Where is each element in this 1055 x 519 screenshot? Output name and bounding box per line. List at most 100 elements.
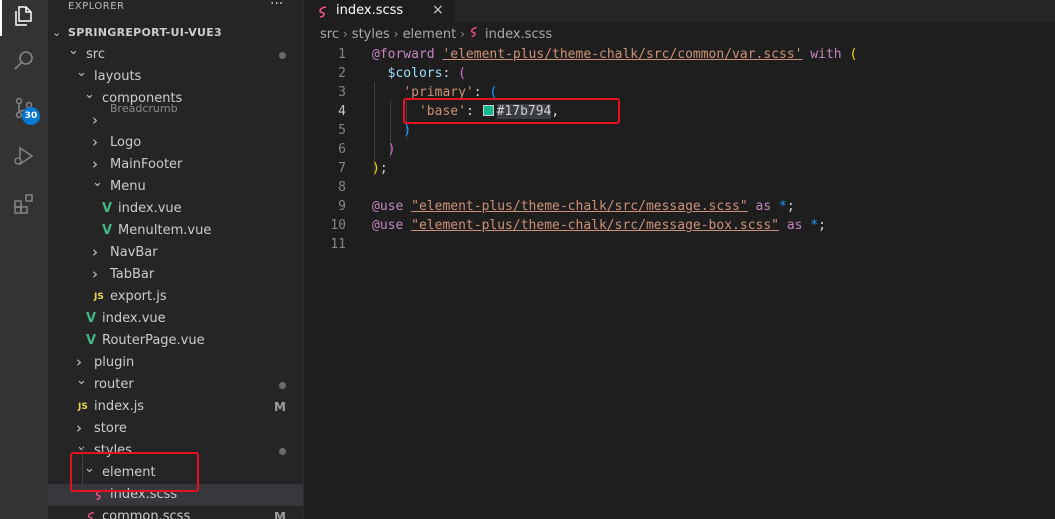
tree-item-label: export.js	[110, 289, 167, 304]
tree-file[interactable]: Vindex.vue	[48, 308, 303, 330]
tree-item-label: Logo	[110, 135, 142, 150]
js-file-icon: JS	[94, 292, 104, 302]
code-token: @use	[372, 199, 404, 214]
search-icon[interactable]	[12, 48, 36, 72]
breadcrumb-styles[interactable]: styles	[352, 25, 390, 45]
annotation-highlight-base-color	[403, 98, 620, 124]
tree-item-label: plugin	[94, 355, 135, 370]
code-token: ;	[786, 199, 795, 214]
chevron-down-icon: ⌄	[84, 87, 95, 102]
tree-item-label: Breadcrumb	[110, 102, 178, 115]
editor-tab-bar: index.scss ×	[304, 0, 1055, 23]
tree-item-label: RouterPage.vue	[102, 333, 205, 348]
tree-folder[interactable]: › TabBar	[48, 264, 303, 286]
code-text: $colors: (	[372, 64, 466, 83]
chevron-down-icon: ⌄	[68, 43, 79, 58]
code-token: as	[747, 199, 779, 214]
source-control-badge: 30	[22, 107, 40, 125]
line-number: 8	[338, 180, 346, 195]
tree-item-label: router	[94, 377, 134, 392]
code-token: :	[442, 66, 459, 81]
code-line[interactable]: 10 @use "element-plus/theme-chalk/src/mes…	[304, 216, 1055, 235]
code-token: $colors	[387, 66, 443, 81]
tree-folder[interactable]: ⌄ Menu	[48, 175, 303, 198]
tree-item-label: TabBar	[110, 267, 155, 282]
chevron-down-icon: ⌄	[52, 26, 62, 39]
chevron-right-icon: ›	[92, 265, 98, 283]
code-token: with	[802, 47, 850, 62]
tree-folder[interactable]: › MainFooter	[48, 154, 303, 176]
extensions-icon[interactable]	[12, 192, 36, 216]
code-text: );	[372, 159, 388, 178]
line-number: 9	[338, 199, 346, 214]
code-token: *	[810, 218, 819, 233]
code-text: @use "element-plus/theme-chalk/src/messa…	[372, 197, 795, 216]
close-icon[interactable]: ×	[432, 2, 444, 18]
chevron-down-icon: ⌄	[92, 175, 103, 190]
code-token: ;	[379, 161, 388, 176]
scss-file-icon	[86, 506, 98, 519]
tree-item-label: index.js	[94, 399, 145, 414]
chevron-right-icon: ›	[92, 111, 98, 129]
breadcrumb-src[interactable]: src	[320, 25, 339, 45]
breadcrumb-element[interactable]: element	[403, 25, 457, 45]
code-line[interactable]: 1 @forward 'element-plus/theme-chalk/src/…	[304, 45, 1055, 64]
annotation-highlight-element-folder	[70, 452, 199, 492]
line-number: 11	[330, 237, 346, 252]
vue-file-icon: V	[102, 201, 113, 216]
code-token: *	[779, 199, 787, 214]
scss-file-icon	[469, 25, 481, 45]
line-number: 1	[338, 47, 346, 62]
git-status-badge: M	[274, 510, 286, 519]
workspace-header[interactable]: ⌄ SPRINGREPORT-UI-VUE3	[48, 22, 303, 44]
workspace-name: SPRINGREPORT-UI-VUE3	[68, 26, 223, 39]
code-line[interactable]: 2 $colors: (	[304, 64, 1055, 83]
line-number: 10	[330, 218, 346, 233]
tree-file[interactable]: common.scss M	[48, 506, 303, 519]
tree-file[interactable]: Vindex.vue	[48, 198, 303, 220]
explorer-icon[interactable]	[0, 0, 36, 36]
tree-item-label: NavBar	[110, 245, 158, 260]
line-number: 2	[338, 66, 346, 81]
tree-item-label: src	[86, 47, 105, 62]
explorer-title: EXPLORER	[68, 1, 125, 12]
tree-folder[interactable]: › NavBar	[48, 242, 303, 264]
tree-folder[interactable]: ⌄ router	[48, 373, 303, 396]
chevron-down-icon: ⌄	[76, 373, 87, 388]
more-actions-button[interactable]: ···	[270, 0, 283, 12]
modified-dot	[279, 52, 286, 59]
code-token: "element-plus/theme-chalk/src/message-bo…	[411, 218, 779, 233]
tree-folder[interactable]: › Breadcrumb	[48, 102, 303, 132]
vue-file-icon: V	[86, 333, 97, 348]
tree-file[interactable]: V MenuItem.vue	[48, 220, 303, 242]
vue-file-icon: V	[102, 223, 113, 238]
line-number: 6	[338, 142, 346, 157]
code-line[interactable]: 9 @use "element-plus/theme-chalk/src/mess…	[304, 197, 1055, 216]
code-text: @use "element-plus/theme-chalk/src/messa…	[372, 216, 826, 235]
tree-item-label: Menu	[110, 179, 146, 194]
code-line[interactable]: 8	[304, 178, 1055, 197]
run-debug-icon[interactable]	[12, 144, 36, 168]
breadcrumb: src › styles › element › index.scss	[320, 24, 552, 44]
code-token: )	[372, 161, 380, 176]
vue-file-icon: V	[86, 311, 97, 326]
tree-file[interactable]: V RouterPage.vue	[48, 330, 303, 352]
tree-item-label: store	[94, 421, 127, 436]
code-line[interactable]: 7);	[304, 159, 1055, 178]
breadcrumb-file[interactable]: index.scss	[485, 25, 552, 45]
tree-item-label: common.scss	[102, 509, 191, 519]
code-token: 'element-plus/theme-chalk/src/common/var…	[442, 47, 803, 62]
code-line[interactable]: 11	[304, 235, 1055, 254]
tree-folder[interactable]: › Logo	[48, 132, 303, 154]
code-token: ;	[818, 218, 826, 233]
tree-file[interactable]: JS index.js M	[48, 396, 303, 418]
tree-item-label: index.vue	[102, 311, 166, 326]
tab-index-scss[interactable]: index.scss ×	[304, 0, 454, 23]
tree-file[interactable]: JS export.js	[48, 286, 303, 308]
code-line[interactable]: 6 )	[304, 140, 1055, 159]
